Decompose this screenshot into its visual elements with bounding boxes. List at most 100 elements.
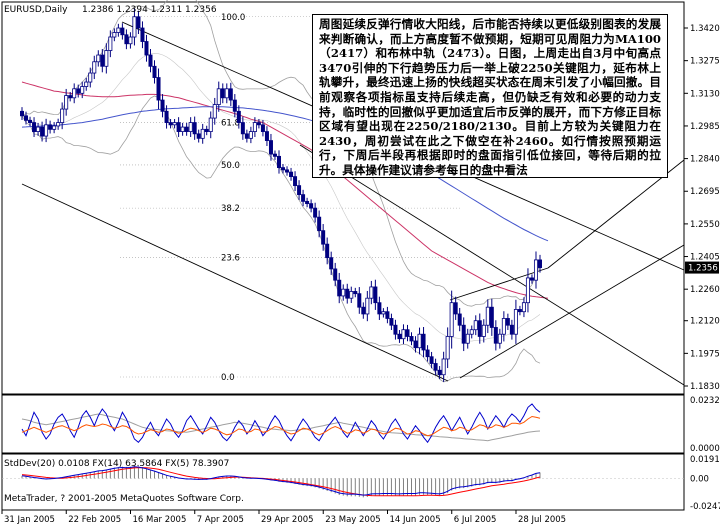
candle-body [108,36,113,51]
candle-body [136,16,141,29]
candle-body [72,88,77,99]
candle-body [393,324,398,335]
candle-body [353,291,358,295]
candle-body [397,333,402,340]
candle-body [112,32,117,38]
candle-body [473,320,478,331]
candle-body [305,200,310,205]
candle-body [401,329,406,340]
candle-body [196,133,201,139]
candle-body [525,277,530,304]
candle-body [441,358,446,376]
candle-body [52,125,57,130]
price-tick-label: 1.2550 [690,220,720,230]
candle-body [521,302,526,313]
candle-body [513,309,518,335]
ohlc-label: 1.2386 1.2394 1.2311 1.2356 [82,5,217,15]
candle-body [276,155,281,169]
candle-body [489,306,494,328]
candle-body [224,88,229,99]
candle-body [140,27,145,42]
candle-body [236,110,241,123]
candle-body [48,124,53,130]
candle-body [96,54,101,63]
candle-body [192,122,197,135]
candle-body [317,216,322,232]
price-tick-label: 1.2985 [690,122,720,132]
candle-body [297,185,302,196]
candle-body [421,333,426,351]
candle-body [132,16,137,38]
candle-body [453,302,458,315]
candle-body [429,356,434,364]
candle-body [313,207,318,218]
candle-body [493,327,498,344]
time-tick-label: 6 Jul 2005 [454,515,497,525]
footer-copyright: MetaTrader, ? 2001-2005 MetaQuotes Softw… [4,494,244,504]
fib-label: 38.2 [221,204,240,214]
fib-label: 50.0 [221,161,240,171]
candle-body [337,279,342,297]
candle-body [533,259,538,281]
candle-body [281,167,286,171]
time-tick-label: 14 Jun 2005 [389,515,440,525]
candle-body [116,27,121,33]
candle-body [216,88,221,105]
price-tick-label: 1.2840 [690,155,720,165]
candle-body [68,95,73,99]
price-tick-label: 1.2260 [690,285,720,295]
candle-body [264,131,269,141]
candle-body [289,171,294,178]
candle-body [36,126,41,132]
candle-body [389,318,394,326]
candle-body [469,329,474,335]
time-tick-label: 28 Jul 2005 [518,515,566,525]
candle-body [184,126,189,132]
candle-body [417,333,422,349]
candle-body [188,122,193,132]
candle-body [485,306,490,326]
candle-body [19,110,24,117]
candle-body [84,81,89,87]
candle-body [200,128,205,139]
candle-body [465,333,470,344]
candle-body [433,363,438,371]
candle-body [497,333,502,344]
candle-body [60,108,65,123]
time-tick-label: 16 Mar 2005 [132,515,186,525]
candle-body [309,203,314,209]
time-tick-label: 7 Apr 2005 [197,515,244,525]
candle-body [88,72,93,83]
candle-body [481,324,486,337]
candle-body [168,122,173,126]
candle-body [409,336,414,342]
candle-body [100,54,105,67]
candle-body [204,128,209,132]
time-tick-label: 29 Apr 2005 [261,515,314,525]
candle-body [124,34,129,45]
candle-body [64,95,69,110]
candle-body [248,131,253,139]
trend-label: StdDev(20) 0.0108 FX(14) 63.5864 FX(5) 7… [4,459,229,469]
candle-body [501,318,506,335]
candle-body [256,122,261,126]
candle-body [425,349,430,358]
candle-body [385,311,390,319]
candle-body [76,88,81,94]
candle-body [176,122,181,132]
candle-body [212,104,217,119]
candle-body [148,54,153,67]
stddev-tick-label: 0.0000 [690,444,720,454]
candle-body [268,140,273,155]
candle-body [445,336,450,360]
candle-body [240,122,245,135]
candle-body [252,122,257,132]
candle-body [329,257,334,270]
candle-body [28,119,33,123]
candle-body [325,243,330,259]
price-tick-label: 1.3275 [690,57,720,67]
candle-body [449,302,454,337]
time-tick-label: 31 Jan 2005 [4,515,55,525]
candle-body [505,318,510,326]
candle-body [208,117,213,132]
